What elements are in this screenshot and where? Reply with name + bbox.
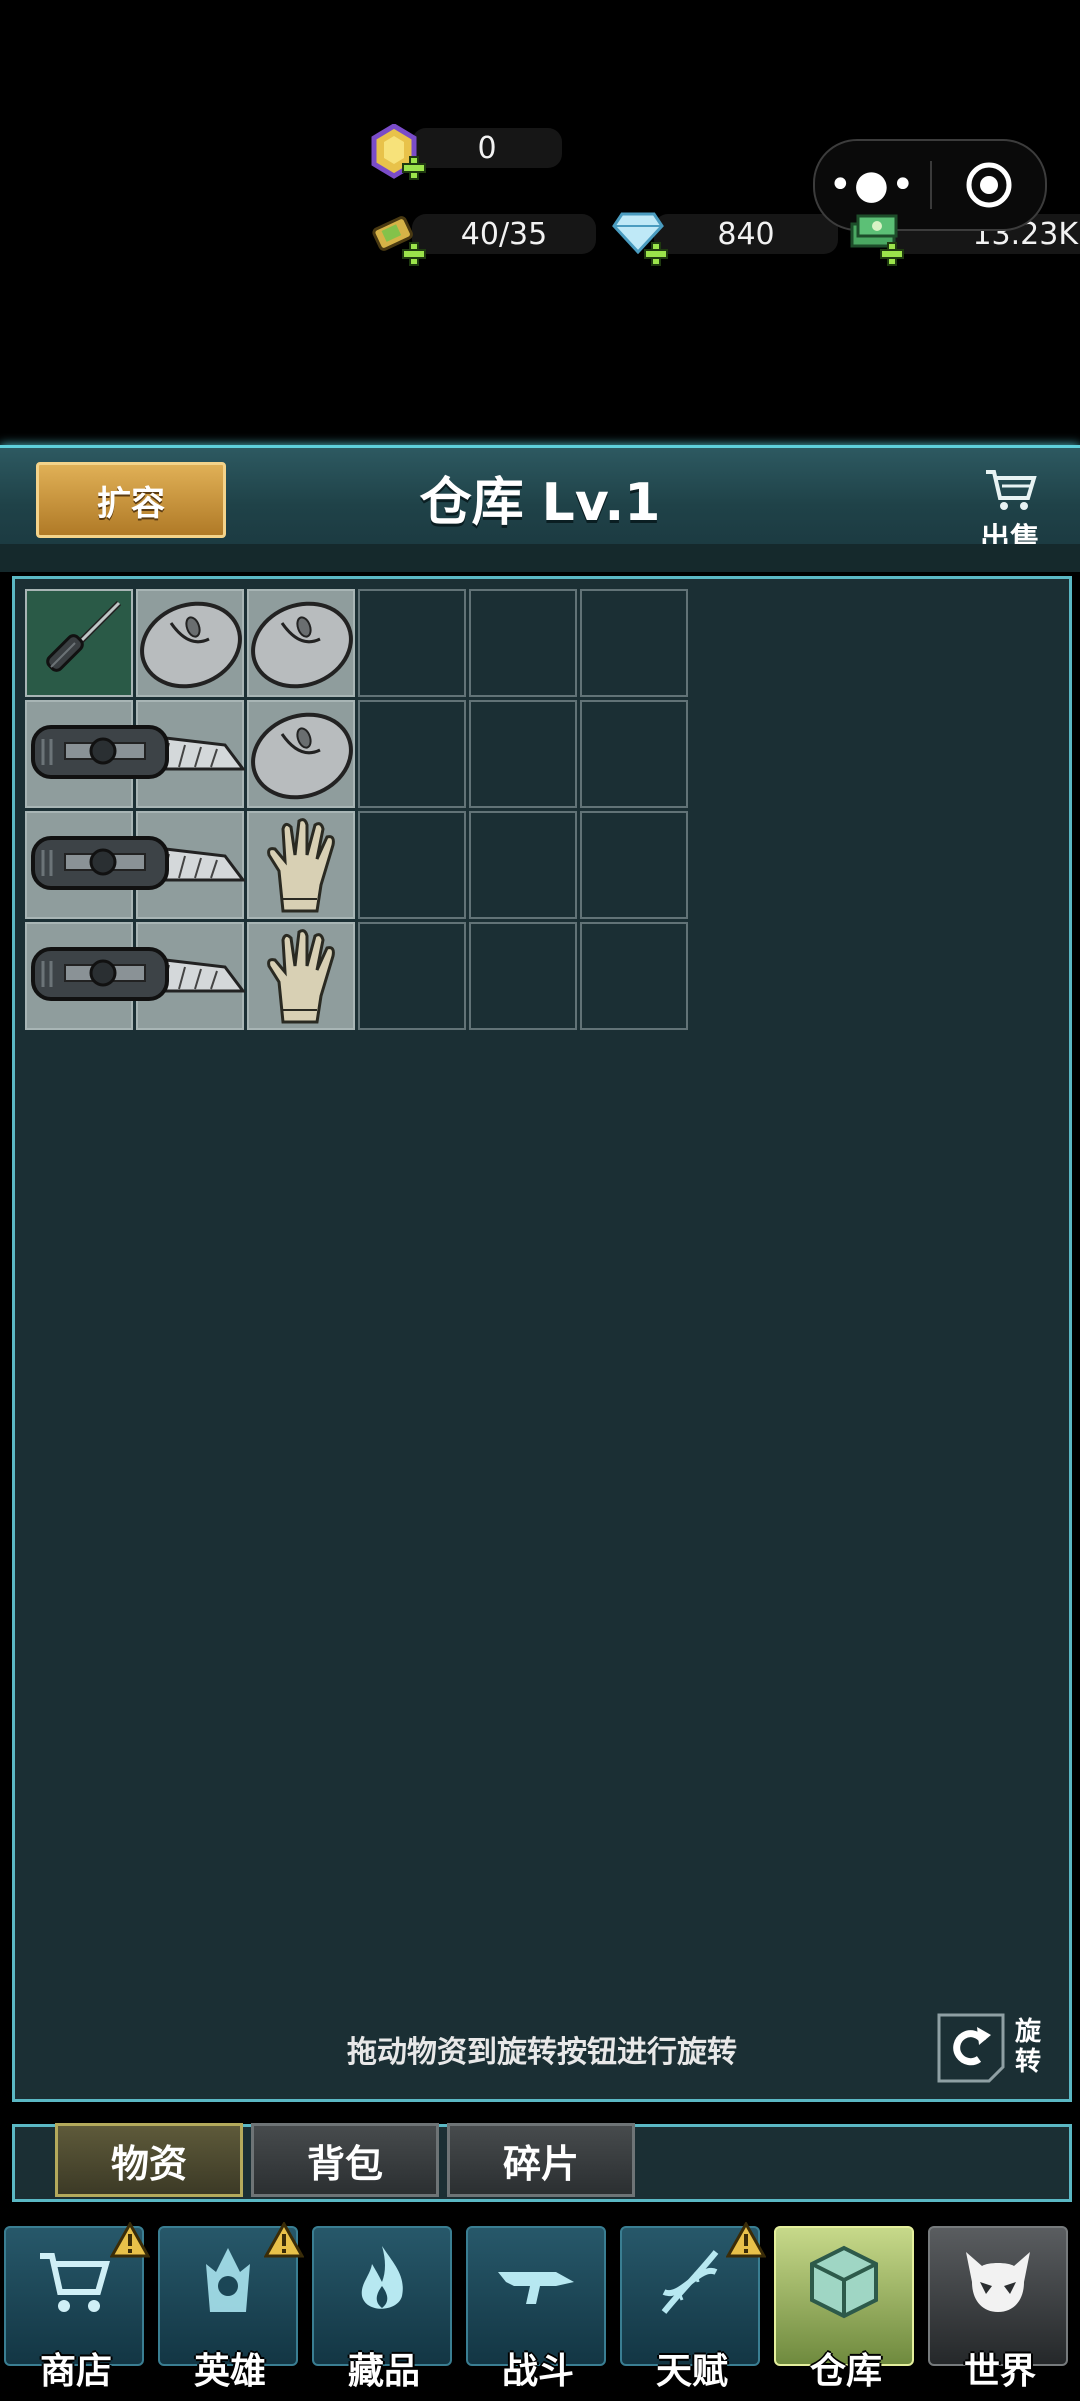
cash-icon	[848, 210, 904, 266]
dna-icon	[661, 2250, 719, 2314]
skull-icon	[966, 2252, 1030, 2312]
rotate-icon	[937, 2013, 1005, 2083]
rifle-icon	[498, 2272, 574, 2304]
grid-cell[interactable]	[358, 700, 466, 808]
grid-cell[interactable]	[469, 589, 577, 697]
grid-cell[interactable]	[580, 589, 688, 697]
glove-icon[interactable]	[261, 815, 345, 915]
diamond-resource[interactable]: 840	[612, 210, 838, 266]
nav-shop[interactable]: 商店	[4, 2222, 150, 2394]
utility-knife-icon[interactable]	[29, 717, 245, 793]
ticket-icon	[370, 123, 426, 180]
hero-icon	[206, 2248, 250, 2312]
ticket-count: 0	[412, 128, 562, 168]
nav-talent-label: 天赋	[655, 2351, 728, 2392]
mouse-icon[interactable]	[250, 704, 354, 804]
header-stripe	[0, 544, 1080, 572]
close-miniprogram-icon[interactable]	[932, 159, 1045, 211]
diamond-icon	[612, 210, 668, 266]
category-tabbar: 物资 背包 碎片	[12, 2123, 1072, 2202]
ticket-resource[interactable]: 0	[370, 123, 562, 180]
nav-hero-label: 英雄	[193, 2351, 266, 2392]
nav-shop-label: 商店	[39, 2351, 112, 2392]
grid-cell[interactable]	[469, 922, 577, 1030]
energy-count: 40/35	[412, 214, 596, 254]
screwdriver-icon[interactable]	[31, 595, 127, 691]
grid-cell[interactable]	[469, 811, 577, 919]
glove-icon[interactable]	[261, 926, 345, 1026]
bottom-nav: 商店 英雄 藏品 战斗 天赋 仓库 世界	[0, 2216, 1080, 2401]
mouse-icon[interactable]	[250, 593, 354, 693]
inventory-grid	[25, 589, 691, 1033]
nav-hero[interactable]: 英雄	[158, 2222, 304, 2394]
nav-battle-label: 战斗	[501, 2351, 574, 2392]
grid-cell[interactable]	[358, 811, 466, 919]
crate-icon	[810, 2245, 878, 2319]
rotate-hint: 拖动物资到旋转按钮进行旋转	[347, 2035, 737, 2070]
tab-supplies[interactable]: 物资	[55, 2123, 243, 2197]
grid-cell[interactable]	[580, 811, 688, 919]
mouse-icon[interactable]	[139, 593, 243, 693]
grid-cell[interactable]	[580, 922, 688, 1030]
flame-icon	[361, 2246, 403, 2309]
grid-cell[interactable]	[358, 589, 466, 697]
more-menu-icon[interactable]: •●•	[815, 165, 930, 205]
page-title: 仓库 Lv.1	[419, 473, 661, 533]
cart-icon	[40, 2253, 110, 2312]
alert-icon	[726, 2222, 766, 2258]
utility-knife-icon[interactable]	[29, 828, 245, 904]
cart-icon	[986, 470, 1037, 510]
grid-cell[interactable]	[469, 700, 577, 808]
nav-collection[interactable]: 藏品	[312, 2226, 456, 2394]
nav-battle[interactable]: 战斗	[466, 2226, 610, 2394]
grid-cell[interactable]	[358, 922, 466, 1030]
rotate-label: 旋转	[1015, 2017, 1042, 2077]
tab-fragments[interactable]: 碎片	[447, 2123, 635, 2197]
energy-resource[interactable]: 40/35	[370, 210, 596, 266]
nav-talent[interactable]: 天赋	[620, 2222, 766, 2394]
nav-warehouse-label: 仓库	[809, 2351, 882, 2392]
diamond-count: 840	[654, 214, 838, 254]
grid-cell[interactable]	[580, 700, 688, 808]
warehouse-panel: 拖动物资到旋转按钮进行旋转 旋转	[12, 576, 1072, 2102]
alert-icon	[110, 2222, 150, 2258]
warehouse-header: 扩容 仓库 Lv.1 出售	[0, 445, 1080, 557]
energy-icon	[370, 210, 426, 266]
nav-world[interactable]: 世界	[928, 2226, 1072, 2394]
tab-backpack[interactable]: 背包	[251, 2123, 439, 2197]
nav-collection-label: 藏品	[347, 2351, 420, 2392]
nav-warehouse[interactable]: 仓库	[774, 2226, 918, 2394]
alert-icon	[264, 2222, 304, 2258]
utility-knife-icon[interactable]	[29, 939, 245, 1015]
nav-world-label: 世界	[963, 2351, 1036, 2392]
rotate-button[interactable]	[933, 2011, 1013, 2083]
